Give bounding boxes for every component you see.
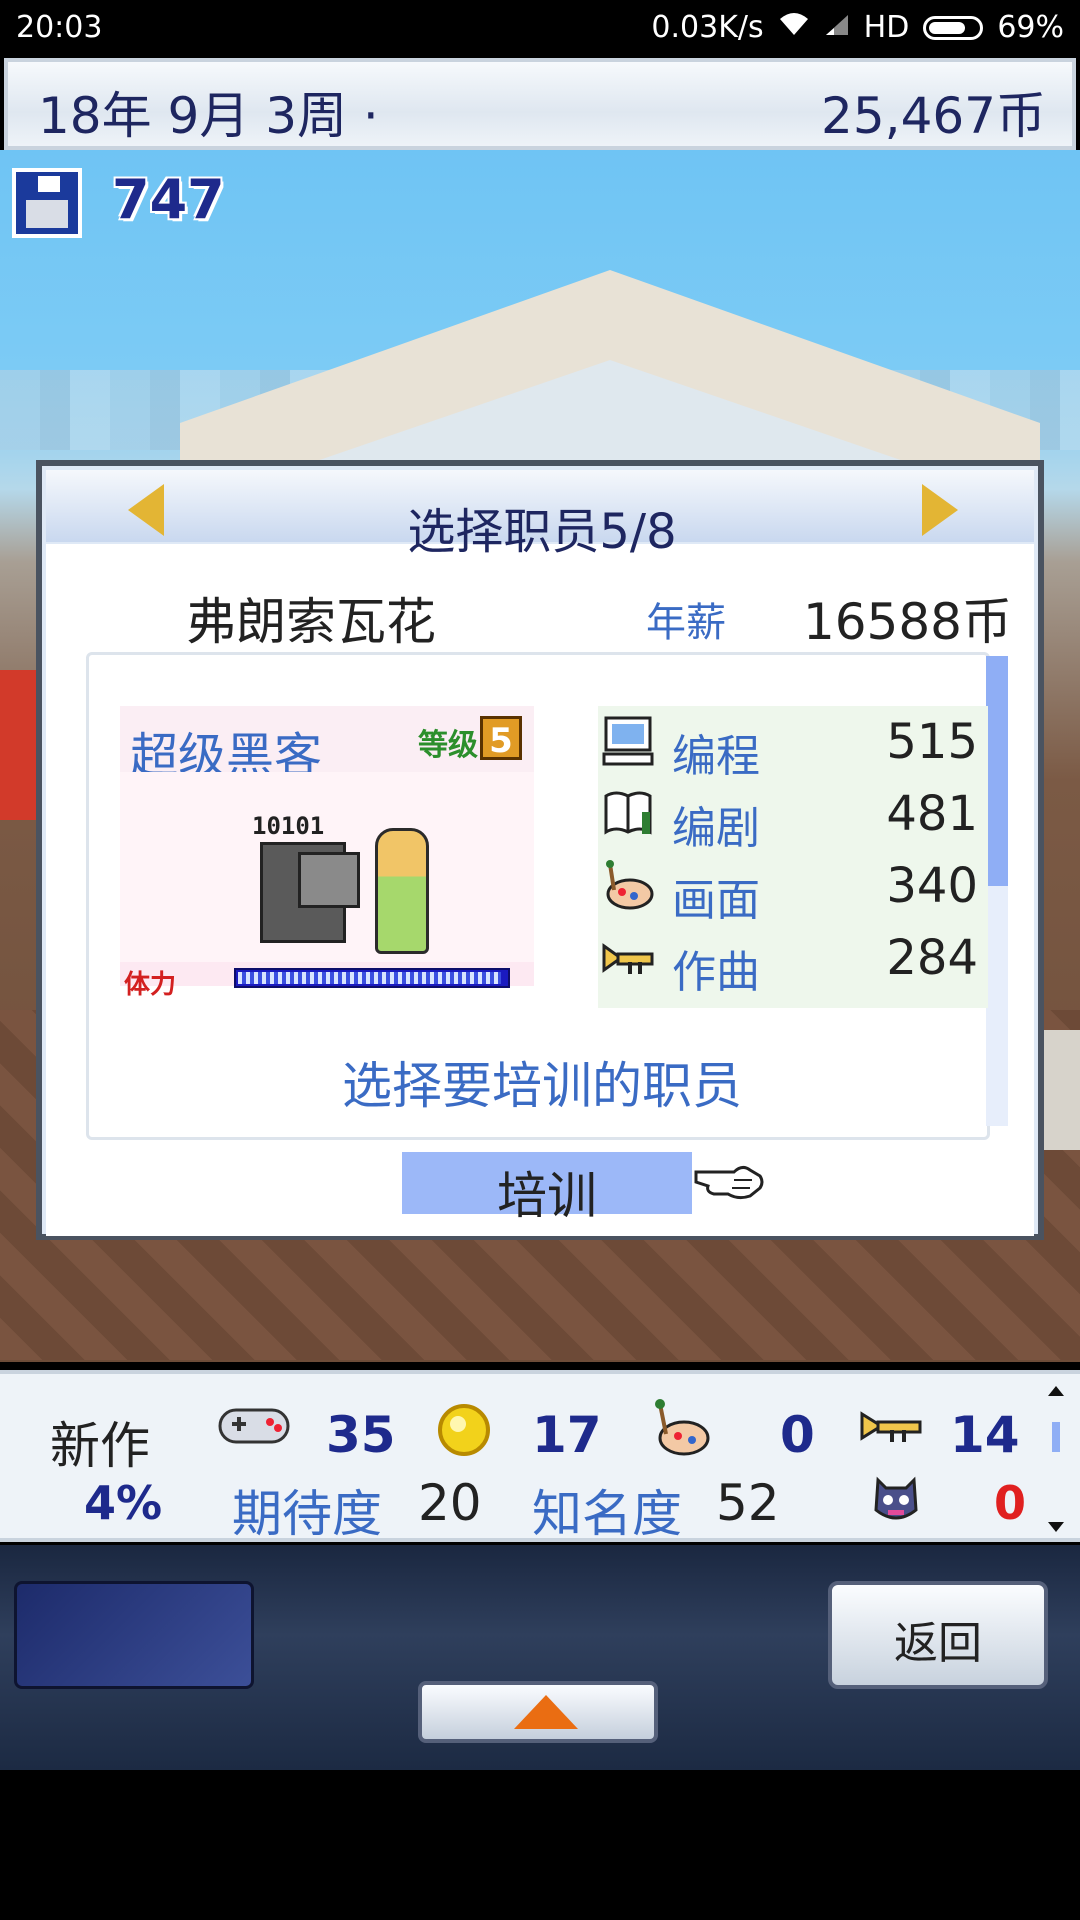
panel-scrollbar[interactable] [1046, 1384, 1066, 1534]
back-button-label: 返回 [894, 1618, 982, 1669]
game-project-panel[interactable]: 新作 35 17 0 14 4% 期待度 20 知名度 52 0 [0, 1370, 1080, 1543]
lightbulb-icon [436, 1402, 492, 1462]
salary-value: 16588币 [802, 593, 1012, 651]
salary-label: 年薪 [646, 600, 726, 646]
floppy-disk-icon[interactable] [12, 168, 82, 238]
stamina-bar [234, 968, 510, 988]
stats-panel: 编程 515 编剧 481 画面 340 作曲 284 [598, 706, 988, 1008]
status-indicators: 0.03K/s HD 69% [651, 10, 1064, 45]
train-button[interactable]: 培训 [402, 1152, 692, 1225]
date-money-bar: 18年 9月 3周 · 25,467币 [4, 58, 1076, 150]
controller-icon [216, 1404, 292, 1452]
stat-value: 284 [886, 930, 978, 986]
stamina-label: 体力 [124, 970, 177, 1000]
back-button[interactable]: 返回 [828, 1581, 1048, 1689]
stat-name: 编剧 [672, 803, 760, 854]
wifi-icon [778, 10, 810, 45]
employee-name: 弗朗索瓦花 [186, 593, 436, 651]
stat-row-programming: 编程 515 [598, 706, 988, 782]
book-icon [602, 788, 654, 838]
graphics-value: 0 [780, 1406, 815, 1464]
fame-value: 52 [716, 1474, 780, 1532]
new-game-label: 新作 [50, 1417, 150, 1475]
job-title-bar: 超级黑客 等级 5 [120, 706, 534, 784]
bottom-navigation: 返回 [0, 1545, 1080, 1770]
progress-percent: 4% [84, 1476, 163, 1530]
code-text: 10101 [252, 812, 325, 840]
bug-count: 0 [994, 1476, 1027, 1530]
select-employee-dialog: 选择职员5/8 弗朗索瓦花 年薪 16588币 超级黑客 等级 5 10101 … [36, 460, 1044, 1240]
battery-icon [923, 15, 984, 40]
stat-row-sound: 作曲 284 [598, 922, 988, 998]
stat-row-graphics: 画面 340 [598, 850, 988, 926]
battery-percent: 69% [997, 10, 1064, 45]
up-arrow-icon [514, 1695, 578, 1729]
floppy-label [26, 200, 68, 228]
research-points: 747 [112, 168, 225, 231]
network-speed: 0.03K/s [651, 10, 764, 45]
stamina-fill [238, 972, 501, 984]
dialog-title: 选择职员5/8 [407, 504, 677, 560]
expectation-value: 20 [418, 1474, 482, 1532]
money-display: 25,467币 [821, 87, 1046, 145]
employee-portrait: 10101 [120, 772, 534, 962]
stat-value: 515 [886, 714, 978, 770]
trumpet-icon [860, 1404, 924, 1452]
vending-machine [0, 670, 40, 820]
expectation-label: 期待度 [232, 1485, 382, 1543]
stat-name: 画面 [672, 875, 760, 926]
fun-value: 35 [326, 1406, 396, 1464]
signal-icon [824, 10, 850, 45]
clock: 20:03 [16, 10, 103, 45]
scrollbar-thumb[interactable] [986, 656, 1008, 886]
instruction-text: 选择要培训的职员 [342, 1057, 742, 1115]
stat-row-scenario: 编剧 481 [598, 778, 988, 854]
trumpet-icon [602, 932, 654, 982]
menu-slot[interactable] [14, 1581, 254, 1689]
palette-icon [602, 860, 654, 910]
computer-icon [602, 716, 654, 766]
job-panel: 超级黑客 等级 5 10101 体力 [120, 706, 534, 1000]
level-label: 等级 [418, 728, 478, 763]
pointing-hand-icon [694, 1158, 764, 1202]
stat-name: 作曲 [672, 947, 760, 998]
expand-up-button[interactable] [418, 1681, 658, 1743]
level-value: 5 [480, 716, 522, 761]
sound-value: 14 [950, 1406, 1020, 1464]
next-arrow-icon[interactable] [922, 484, 958, 536]
train-button-label: 培训 [497, 1167, 597, 1225]
bug-monster-icon [868, 1470, 924, 1530]
fame-label: 知名度 [532, 1485, 682, 1543]
creativity-value: 17 [532, 1406, 602, 1464]
computer-monitor [298, 852, 360, 908]
palette-icon [648, 1398, 712, 1462]
status-bar: 20:03 0.03K/s HD 69% [0, 0, 1080, 56]
network-type: HD [863, 10, 910, 45]
stat-value: 340 [886, 858, 978, 914]
employee-sprite [375, 828, 429, 954]
stat-value: 481 [886, 786, 978, 842]
stat-name: 编程 [672, 731, 760, 782]
floppy-slot [38, 176, 60, 192]
previous-arrow-icon[interactable] [128, 484, 164, 536]
game-date: 18年 9月 3周 · [38, 87, 379, 145]
